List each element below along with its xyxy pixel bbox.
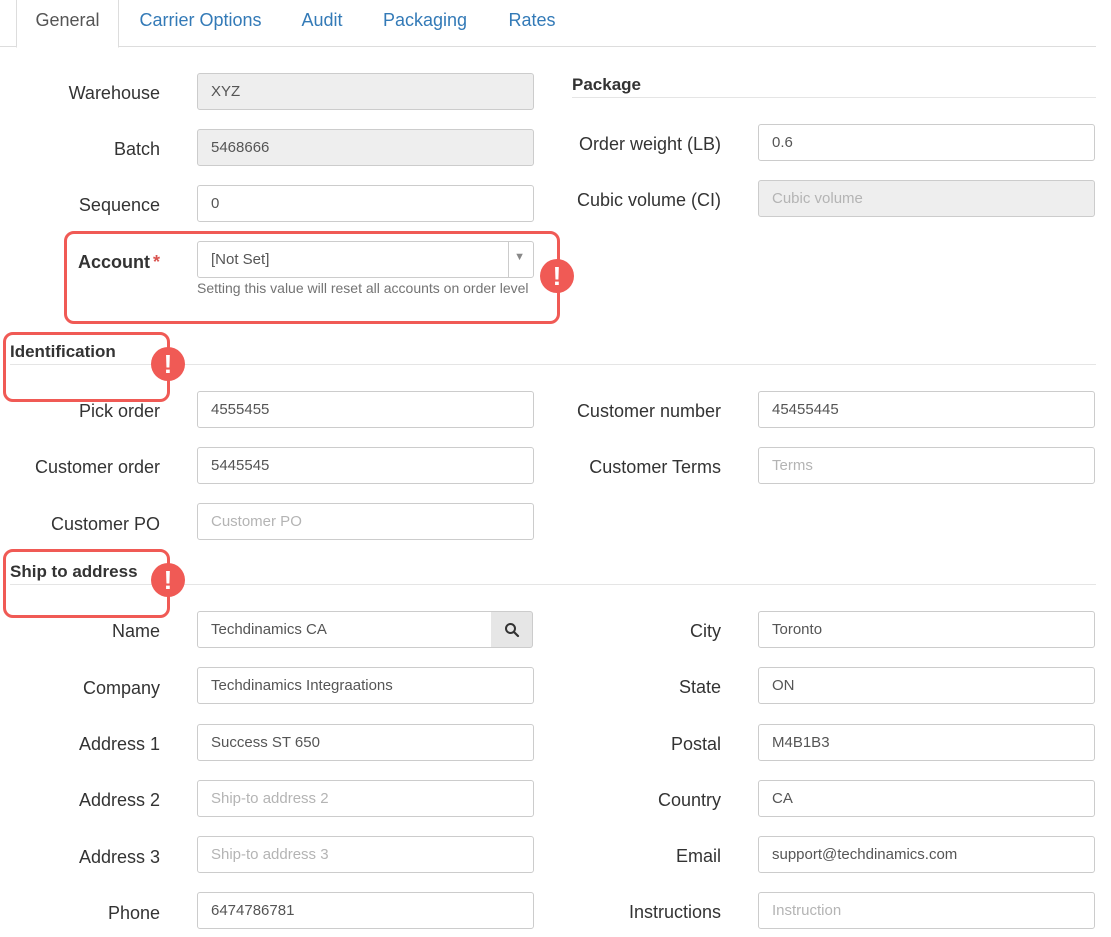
address1-field[interactable] (197, 724, 534, 761)
address1-label: Address 1 (78, 734, 160, 754)
city-label: City (690, 621, 721, 641)
address3-field[interactable] (197, 836, 534, 873)
account-select-value: [Not Set] (211, 251, 270, 268)
customer-order-label: Customer order (34, 457, 160, 477)
warehouse-label: Warehouse (68, 83, 160, 103)
name-field[interactable] (197, 611, 492, 648)
account-label-text: Account (77, 252, 150, 272)
phone-label: Phone (107, 903, 160, 923)
name-search-button[interactable] (491, 611, 533, 648)
select-separator (508, 242, 509, 277)
email-label: Email (675, 846, 721, 866)
state-field[interactable] (758, 667, 1095, 704)
phone-field[interactable] (197, 892, 534, 929)
customer-terms-field[interactable] (758, 447, 1095, 484)
customer-order-field[interactable] (197, 447, 534, 484)
instructions-field[interactable] (758, 892, 1095, 929)
state-label: State (678, 677, 721, 697)
order-weight-label: Order weight (LB) (578, 134, 721, 154)
customer-number-field[interactable] (758, 391, 1095, 428)
tab-packaging[interactable]: Packaging (374, 0, 476, 47)
address2-field[interactable] (197, 780, 534, 817)
country-label: Country (657, 790, 721, 810)
customer-number-label: Customer number (576, 401, 721, 421)
tab-audit[interactable]: Audit (290, 0, 354, 47)
customer-po-field[interactable] (197, 503, 534, 540)
package-divider (572, 97, 1096, 98)
pick-order-label: Pick order (78, 401, 160, 421)
country-field[interactable] (758, 780, 1095, 817)
tab-bar: General Carrier Options Audit Packaging … (0, 0, 1096, 48)
required-asterisk: * (152, 252, 160, 272)
batch-label: Batch (113, 139, 160, 159)
customer-terms-label: Customer Terms (589, 457, 721, 477)
cubic-volume-label: Cubic volume (CI) (576, 190, 721, 210)
warehouse-field[interactable] (197, 73, 534, 110)
batch-field[interactable] (197, 129, 534, 166)
alert-icon: ! (151, 347, 185, 381)
account-help-text: Setting this value will reset all accoun… (197, 280, 529, 296)
search-icon (505, 623, 520, 638)
city-field[interactable] (758, 611, 1095, 648)
package-section-title: Package (572, 75, 641, 94)
name-label: Name (111, 621, 160, 641)
postal-label: Postal (670, 734, 721, 754)
tab-general[interactable]: General (16, 0, 119, 48)
company-field[interactable] (197, 667, 534, 704)
customer-po-label: Customer PO (50, 514, 160, 534)
alert-icon: ! (151, 563, 185, 597)
company-label: Company (82, 678, 160, 698)
tab-rates[interactable]: Rates (499, 0, 565, 47)
instructions-label: Instructions (628, 902, 721, 922)
cubic-volume-field[interactable] (758, 180, 1095, 217)
sequence-field[interactable] (197, 185, 534, 222)
ship-to-section-title: Ship to address (10, 562, 138, 581)
address2-label: Address 2 (78, 790, 160, 810)
email-field[interactable] (758, 836, 1095, 873)
chevron-down-icon[interactable]: ▼ (514, 251, 525, 263)
account-select[interactable]: [Not Set] ▼ (197, 241, 534, 278)
order-weight-field[interactable] (758, 124, 1095, 161)
sequence-label: Sequence (78, 195, 160, 215)
alert-icon: ! (540, 259, 574, 293)
pick-order-field[interactable] (197, 391, 534, 428)
postal-field[interactable] (758, 724, 1095, 761)
address3-label: Address 3 (78, 847, 160, 867)
identification-section-title: Identification (10, 342, 116, 361)
account-label: Account * (78, 252, 160, 273)
tab-carrier-options[interactable]: Carrier Options (132, 0, 269, 47)
